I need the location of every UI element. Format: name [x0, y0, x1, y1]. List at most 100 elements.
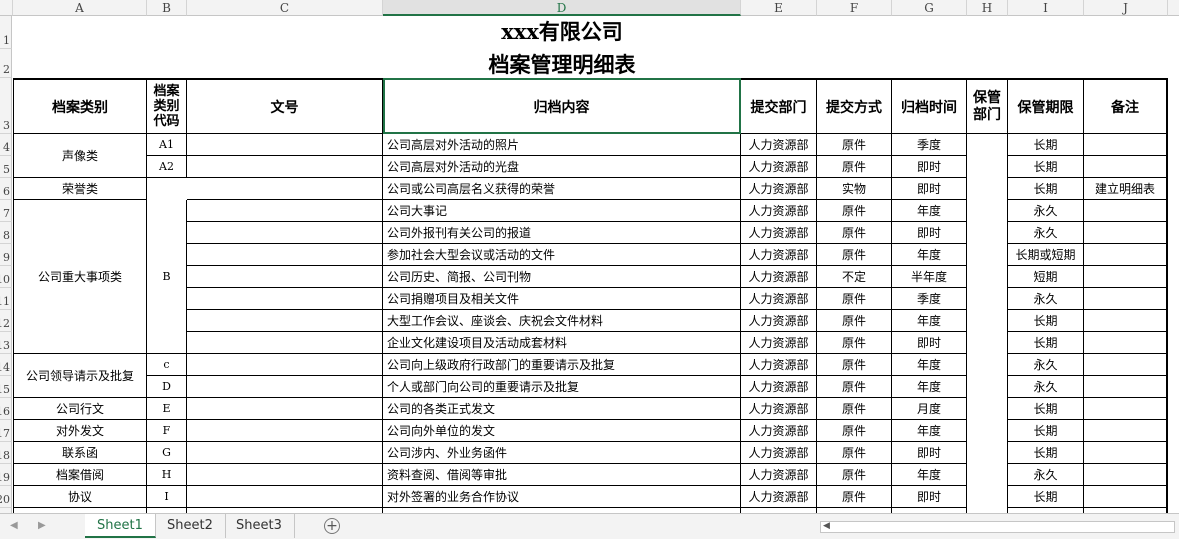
note-cell[interactable] [1084, 332, 1168, 354]
time-cell[interactable]: 即时 [892, 486, 967, 508]
doc-cell[interactable] [187, 134, 383, 156]
note-cell[interactable] [1084, 442, 1168, 464]
content-cell[interactable]: 企业文化建设项目及活动成套材料 [383, 332, 741, 354]
doc-cell[interactable] [187, 398, 383, 420]
method-cell[interactable]: 原件 [817, 200, 892, 222]
period-cell[interactable]: 长期 [1008, 156, 1084, 178]
period-cell[interactable]: 长期 [1008, 486, 1084, 508]
period-cell[interactable]: 永久 [1008, 222, 1084, 244]
content-cell[interactable]: 公司高层对外活动的照片 [383, 134, 741, 156]
note-cell[interactable] [1084, 244, 1168, 266]
category-cell[interactable]: 公司重大事项类 [13, 200, 147, 354]
doc-cell[interactable] [187, 376, 383, 398]
horizontal-scrollbar[interactable]: ◀ [820, 521, 1175, 533]
time-cell[interactable]: 即时 [892, 156, 967, 178]
category-cell[interactable]: 公司行文 [13, 398, 147, 420]
doc-cell[interactable] [187, 442, 383, 464]
period-cell[interactable]: 长期 [1008, 134, 1084, 156]
column-header-c[interactable]: C [187, 0, 383, 16]
dept-cell[interactable]: 人力资源部 [741, 332, 817, 354]
method-cell[interactable]: 原件 [817, 288, 892, 310]
dept-cell[interactable]: 人力资源部 [741, 222, 817, 244]
note-cell[interactable] [1084, 134, 1168, 156]
time-cell[interactable]: 年度 [892, 420, 967, 442]
row-header[interactable]: 20 [0, 486, 12, 508]
category-cell[interactable]: 声像类 [13, 134, 147, 178]
period-cell[interactable]: 长期 [1008, 420, 1084, 442]
row-header[interactable]: 11 [0, 288, 12, 310]
row-header[interactable]: 6 [0, 178, 12, 200]
time-cell[interactable]: 年度 [892, 310, 967, 332]
column-header-a[interactable]: A [13, 0, 147, 16]
method-cell[interactable]: 原件 [817, 442, 892, 464]
scroll-left-icon[interactable]: ◀ [10, 520, 18, 531]
category-code-cell[interactable]: F [147, 420, 187, 442]
column-header-d[interactable]: D [383, 0, 741, 16]
column-header-h[interactable]: H [967, 0, 1008, 16]
content-cell[interactable]: 参加社会大型会议或活动的文件 [383, 244, 741, 266]
column-header-k[interactable] [1168, 0, 1179, 16]
category-code-cell[interactable]: H [147, 464, 187, 486]
category-cell[interactable]: 档案借阅 [13, 464, 147, 486]
doc-cell[interactable] [187, 266, 383, 288]
content-cell[interactable]: 公司历史、简报、公司刊物 [383, 266, 741, 288]
method-cell[interactable]: 原件 [817, 398, 892, 420]
period-cell[interactable]: 永久 [1008, 464, 1084, 486]
time-cell[interactable]: 即时 [892, 222, 967, 244]
row-header[interactable]: 9 [0, 244, 12, 266]
period-cell[interactable]: 长期 [1008, 178, 1084, 200]
column-header-b[interactable]: B [147, 0, 187, 16]
dept-cell[interactable]: 人力资源部 [741, 156, 817, 178]
method-cell[interactable]: 实物 [817, 178, 892, 200]
column-header-e[interactable]: E [741, 0, 817, 16]
note-cell[interactable]: 建立明细表 [1084, 178, 1168, 200]
period-cell[interactable]: 长期 [1008, 332, 1084, 354]
dept-cell[interactable]: 人力资源部 [741, 376, 817, 398]
content-cell[interactable]: 公司大事记 [383, 200, 741, 222]
header-content[interactable]: 归档内容 [383, 78, 741, 134]
scroll-left-icon[interactable]: ◀ [823, 521, 830, 531]
column-header-f[interactable]: F [817, 0, 892, 16]
row-header[interactable]: 15 [0, 376, 12, 398]
note-cell[interactable] [1084, 420, 1168, 442]
time-cell[interactable]: 月度 [892, 398, 967, 420]
row-header[interactable]: 16 [0, 398, 12, 420]
select-all-corner[interactable] [0, 0, 13, 16]
keeper-dept-cell[interactable] [967, 134, 1008, 513]
time-cell[interactable]: 年度 [892, 464, 967, 486]
doc-cell[interactable] [187, 332, 383, 354]
method-cell[interactable]: 原件 [817, 156, 892, 178]
dept-cell[interactable]: 人力资源部 [741, 266, 817, 288]
dept-cell[interactable]: 人力资源部 [741, 398, 817, 420]
column-header-j[interactable]: J [1084, 0, 1168, 16]
period-cell[interactable]: 永久 [1008, 354, 1084, 376]
note-cell[interactable] [1084, 354, 1168, 376]
period-cell[interactable]: 永久 [1008, 376, 1084, 398]
category-code-cell[interactable]: I [147, 486, 187, 508]
doc-cell[interactable] [187, 354, 383, 376]
dept-cell[interactable]: 人力资源部 [741, 288, 817, 310]
content-cell[interactable]: 公司外报刊有关公司的报道 [383, 222, 741, 244]
method-cell[interactable]: 不定 [817, 266, 892, 288]
method-cell[interactable]: 原件 [817, 244, 892, 266]
category-code-cell[interactable]: G [147, 442, 187, 464]
note-cell[interactable] [1084, 266, 1168, 288]
row-header[interactable]: 2 [0, 49, 12, 78]
note-cell[interactable] [1084, 222, 1168, 244]
row-header[interactable]: 14 [0, 354, 12, 376]
doc-cell[interactable] [187, 464, 383, 486]
code-cell[interactable]: A2 [147, 156, 187, 178]
period-cell[interactable]: 永久 [1008, 288, 1084, 310]
dept-cell[interactable]: 人力资源部 [741, 200, 817, 222]
note-cell[interactable] [1084, 398, 1168, 420]
time-cell[interactable]: 季度 [892, 134, 967, 156]
doc-cell[interactable] [187, 222, 383, 244]
note-cell[interactable] [1084, 486, 1168, 508]
column-header-i[interactable]: I [1008, 0, 1084, 16]
time-cell[interactable]: 即时 [892, 442, 967, 464]
method-cell[interactable]: 原件 [817, 310, 892, 332]
note-cell[interactable] [1084, 200, 1168, 222]
time-cell[interactable]: 年度 [892, 376, 967, 398]
period-cell[interactable]: 长期 [1008, 398, 1084, 420]
category-code-cell[interactable]: E [147, 398, 187, 420]
